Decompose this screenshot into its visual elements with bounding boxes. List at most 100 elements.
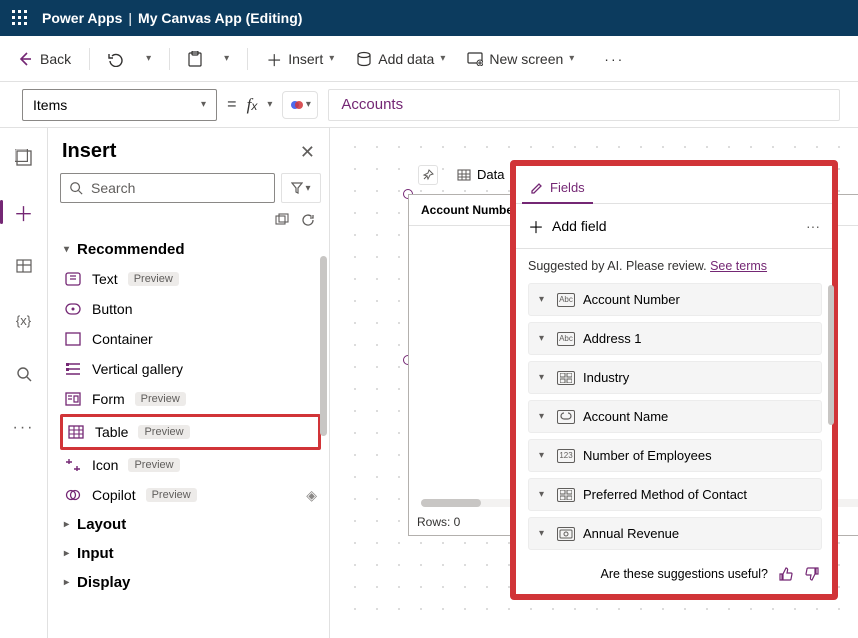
insert-panel: Insert ✕ Search ▾ ▾ Recommended	[48, 128, 330, 638]
copilot-icon	[64, 486, 82, 504]
item-label: Button	[92, 301, 132, 317]
field-row[interactable]: ▾AbcAccount Number	[528, 283, 822, 316]
field-label: Number of Employees	[583, 448, 712, 463]
chevron-right-icon: ▸	[64, 548, 69, 559]
chevron-down-icon: ▾	[224, 53, 229, 64]
new-screen-button[interactable]: New screen ▾	[459, 47, 582, 71]
field-row[interactable]: ▾123Number of Employees	[528, 439, 822, 472]
fields-panel: Fields ＋ Add field ··· Suggested by AI. …	[510, 160, 838, 600]
chevron-down-icon: ▾	[201, 99, 206, 110]
type-optionset-icon	[557, 371, 575, 385]
ai-suggestion-notice: Suggested by AI. Please review. See term…	[516, 249, 832, 283]
chevron-down-icon: ▾	[539, 294, 549, 305]
section-input[interactable]: ▸ Input	[60, 539, 321, 568]
data-rail-icon[interactable]	[8, 250, 40, 282]
variables-rail-icon[interactable]: {x}	[8, 304, 40, 336]
add-data-label: Add data	[378, 51, 434, 67]
item-table[interactable]: Table Preview	[60, 414, 321, 450]
section-display[interactable]: ▸ Display	[60, 568, 321, 597]
preview-badge: Preview	[146, 488, 197, 502]
fields-scrollbar[interactable]	[828, 285, 834, 425]
search-rail-icon[interactable]	[8, 358, 40, 390]
more-rail-icon[interactable]: ···	[8, 412, 40, 444]
fx-chevron[interactable]: ▾	[267, 99, 272, 110]
thumbs-down-icon[interactable]	[804, 566, 820, 582]
thumbs-up-icon[interactable]	[778, 566, 794, 582]
insert-rail-icon[interactable]: ＋	[8, 196, 40, 228]
expand-icon[interactable]	[275, 213, 289, 227]
field-label: Annual Revenue	[583, 526, 679, 541]
item-vertical-gallery[interactable]: Vertical gallery	[60, 354, 321, 384]
form-icon	[64, 390, 82, 408]
canvas-area[interactable]: Data Account Numbe Rows: 0 Fi	[330, 128, 858, 638]
chevron-right-icon: ▸	[64, 577, 69, 588]
field-row[interactable]: ▾Preferred Method of Contact	[528, 478, 822, 511]
chevron-down-icon: ▾	[329, 53, 334, 64]
type-text-icon: Abc	[557, 293, 575, 307]
insert-button[interactable]: ＋ Insert ▾	[258, 43, 342, 75]
feedback-text: Are these suggestions useful?	[601, 567, 768, 581]
add-data-button[interactable]: Add data ▾	[348, 47, 453, 71]
field-row[interactable]: ▾AbcAddress 1	[528, 322, 822, 355]
section-label: Display	[77, 574, 130, 591]
left-rail: ＋ {x} ···	[0, 128, 48, 638]
chevron-down-icon: ▾	[539, 372, 549, 383]
chevron-down-icon: ▾	[539, 333, 549, 344]
property-dropdown[interactable]: Items ▾	[22, 89, 217, 121]
formula-input[interactable]: Accounts	[328, 89, 840, 121]
item-icon[interactable]: Icon Preview	[60, 450, 321, 480]
item-copilot[interactable]: Copilot Preview ◈	[60, 480, 321, 510]
item-form[interactable]: Form Preview	[60, 384, 321, 414]
text-icon	[64, 270, 82, 288]
filter-button[interactable]: ▾	[281, 173, 321, 203]
filter-icon	[291, 182, 303, 194]
back-button[interactable]: Back	[10, 47, 79, 71]
add-field-button[interactable]: ＋ Add field ···	[516, 204, 832, 249]
item-label: Form	[92, 391, 125, 407]
premium-icon: ◈	[306, 487, 317, 504]
suggest-text: Suggested by AI. Please review.	[528, 259, 710, 273]
tree-view-icon[interactable]	[8, 142, 40, 174]
type-lookup-icon	[557, 410, 575, 424]
table-icon	[67, 423, 85, 441]
section-label: Recommended	[77, 241, 185, 258]
waffle-icon[interactable]	[10, 8, 30, 28]
item-text[interactable]: Text Preview	[60, 264, 321, 294]
undo-split[interactable]: ▾	[138, 49, 159, 68]
undo-button[interactable]	[100, 47, 132, 71]
paste-button[interactable]	[180, 47, 210, 71]
section-layout[interactable]: ▸ Layout	[60, 510, 321, 539]
field-row[interactable]: ▾Account Name	[528, 400, 822, 433]
paste-split[interactable]: ▾	[216, 49, 237, 68]
overflow-button[interactable]: ···	[596, 47, 632, 71]
divider	[89, 48, 90, 70]
title-bar: Power Apps | My Canvas App (Editing)	[0, 0, 858, 36]
field-row[interactable]: ▾Industry	[528, 361, 822, 394]
button-icon	[64, 300, 82, 318]
chevron-down-icon: ▾	[305, 183, 310, 194]
refresh-icon[interactable]	[301, 213, 315, 227]
item-label: Container	[92, 331, 153, 347]
feedback-row: Are these suggestions useful?	[516, 556, 832, 594]
tab-data[interactable]: Data	[448, 162, 513, 187]
divider	[169, 48, 170, 70]
field-label: Account Name	[583, 409, 668, 424]
search-icon	[69, 181, 83, 195]
more-icon[interactable]: ···	[806, 218, 820, 234]
copilot-chip[interactable]: ▾	[282, 91, 318, 119]
item-label: Copilot	[92, 487, 136, 503]
pin-icon[interactable]	[418, 165, 438, 185]
item-button[interactable]: Button	[60, 294, 321, 324]
more-icon: ···	[13, 419, 35, 437]
type-optionset-icon	[557, 488, 575, 502]
see-terms-link[interactable]: See terms	[710, 259, 767, 273]
command-bar: Back ▾ ▾ ＋ Insert ▾ Add data ▾ New scree…	[0, 36, 858, 82]
search-input[interactable]: Search	[60, 173, 275, 203]
tab-fields[interactable]: Fields	[516, 174, 599, 203]
panel-scrollbar[interactable]	[320, 256, 327, 436]
section-recommended[interactable]: ▾ Recommended	[60, 235, 321, 264]
item-container[interactable]: Container	[60, 324, 321, 354]
field-row[interactable]: ▾Annual Revenue	[528, 517, 822, 550]
divider	[247, 48, 248, 70]
close-icon[interactable]: ✕	[300, 142, 315, 163]
